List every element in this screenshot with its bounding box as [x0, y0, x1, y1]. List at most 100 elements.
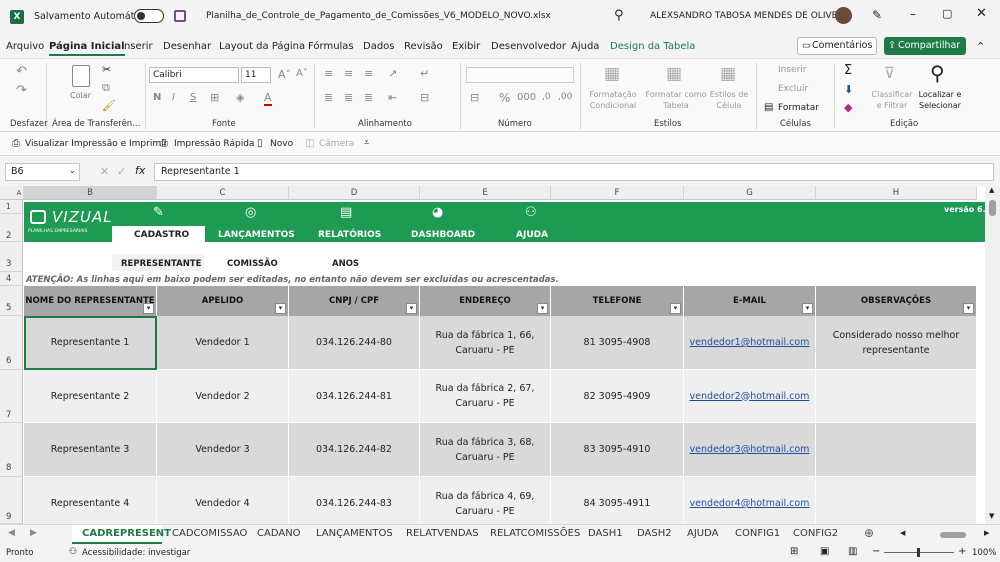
restore-icon[interactable]: ▢	[942, 7, 952, 20]
email-link[interactable]: vendedor4@hotmail.com	[684, 477, 816, 524]
align-left-icon[interactable]: ≣	[324, 91, 333, 104]
avatar[interactable]	[835, 7, 852, 24]
sheet-tab-relatcomissoes[interactable]: RELATCOMISSÕES	[490, 528, 580, 539]
print-preview-icon[interactable]: ⎙	[12, 138, 20, 149]
pencil-icon[interactable]: ✎	[153, 205, 164, 220]
align-middle-icon[interactable]: ≡	[344, 67, 353, 80]
table-cell[interactable]	[816, 370, 977, 423]
scroll-right-icon[interactable]: ▶	[984, 529, 989, 537]
camera-icon[interactable]: ◫	[305, 138, 314, 149]
cell-styles-label-1[interactable]: Estilos de	[706, 90, 752, 100]
table-cell[interactable]: Vendedor 4	[157, 477, 289, 524]
row-header-5[interactable]: 5	[0, 286, 23, 316]
table-cell[interactable]: Considerado nosso melhor representante	[816, 316, 977, 370]
target-icon[interactable]: ◎	[245, 205, 256, 220]
menu-arquivo[interactable]: Arquivo	[6, 41, 44, 52]
table-cell[interactable]: 84 3095-4911	[551, 477, 684, 524]
camera-button[interactable]: Câmera	[319, 139, 354, 149]
paste-label[interactable]: Colar	[70, 91, 91, 101]
align-center-icon[interactable]: ≣	[344, 91, 353, 104]
scroll-down-icon[interactable]: ▼	[989, 512, 994, 520]
clipboard-icon[interactable]	[72, 65, 90, 87]
row-header-7[interactable]: 7	[0, 370, 23, 423]
horizontal-scrollbar[interactable]: ◀ ▶	[900, 529, 992, 539]
vertical-scrollbar[interactable]: ▲ ▼	[985, 186, 1000, 524]
email-link[interactable]: vendedor2@hotmail.com	[684, 370, 816, 423]
customize-icon[interactable]: ⩡	[364, 138, 369, 148]
row-header-3[interactable]: 3	[0, 242, 23, 272]
next-sheet-icon[interactable]: ▶	[30, 528, 37, 538]
align-top-icon[interactable]: ≡	[324, 67, 333, 80]
sheet-tab-dash1[interactable]: DASH1	[588, 528, 623, 539]
scroll-up-icon[interactable]: ▲	[989, 186, 994, 194]
orientation-icon[interactable]: ↗	[388, 67, 397, 80]
autosum-icon[interactable]: Σ	[844, 63, 852, 78]
email-link[interactable]: vendedor3@hotmail.com	[684, 423, 816, 477]
menu-formulas[interactable]: Fórmulas	[308, 41, 354, 52]
zoom-out-icon[interactable]: −	[872, 546, 880, 557]
column-header-a[interactable]: A	[15, 186, 24, 200]
menu-exibir[interactable]: Exibir	[452, 41, 480, 52]
ribbon-collapse-icon[interactable]: ⌃	[976, 40, 985, 53]
zoom-slider-thumb[interactable]	[917, 548, 920, 557]
table-cell[interactable]: 034.126.244-80	[289, 316, 420, 370]
table-cell[interactable]: Rua da fábrica 2, 67, Caruaru - PE	[420, 370, 551, 423]
filter-dropdown-icon[interactable]: ▾	[537, 303, 548, 314]
new-button[interactable]: Novo	[270, 139, 293, 149]
redo-icon[interactable]: ↷	[16, 83, 27, 98]
scroll-left-icon[interactable]: ◀	[900, 529, 905, 537]
table-cell[interactable]: 034.126.244-81	[289, 370, 420, 423]
hscroll-thumb[interactable]	[940, 532, 966, 538]
page-layout-icon[interactable]: ▣	[820, 546, 829, 557]
nav-relatorios-label[interactable]: RELATÓRIOS	[318, 230, 381, 240]
undo-icon[interactable]: ↶	[16, 64, 27, 79]
menu-layout[interactable]: Layout da Página	[219, 41, 305, 52]
autosave-toggle[interactable]	[134, 9, 164, 23]
cancel-icon[interactable]: ✕	[100, 165, 109, 178]
report-icon[interactable]: ▤	[340, 205, 352, 220]
filter-dropdown-icon[interactable]: ▾	[963, 303, 974, 314]
find-select-icon[interactable]: ⚲	[930, 61, 945, 85]
percent-icon[interactable]: %	[499, 91, 510, 105]
currency-icon[interactable]: ⊟	[470, 91, 479, 104]
find-select-label-1[interactable]: Localizar e	[914, 90, 966, 100]
add-sheet-icon[interactable]: ⊕	[864, 526, 874, 540]
column-header-b[interactable]: B	[24, 186, 157, 200]
nav-ajuda-label[interactable]: AJUDA	[516, 230, 548, 240]
cell-styles-icon[interactable]: ▦	[720, 64, 736, 84]
table-cell[interactable]: Rua da fábrica 4, 69, Caruaru - PE	[420, 477, 551, 524]
indent-icon[interactable]: ⇤	[388, 91, 397, 104]
pie-chart-icon[interactable]: ◕	[432, 205, 443, 220]
sheet-tab-cadrepresent[interactable]: CADREPRESENT	[82, 528, 171, 539]
subtab-representante-label[interactable]: REPRESENTANTE	[121, 259, 201, 269]
bold-button[interactable]: N	[153, 92, 161, 103]
prev-sheet-icon[interactable]: ◀	[8, 528, 15, 538]
table-cell[interactable]: 034.126.244-83	[289, 477, 420, 524]
increase-decimal-icon[interactable]: ,0	[542, 92, 551, 102]
subtab-comissao-label[interactable]: COMISSÃO	[227, 259, 278, 269]
table-cell[interactable]	[816, 423, 977, 477]
accessibility-status[interactable]: Acessibilidade: investigar	[82, 548, 190, 558]
underline-button[interactable]: S	[190, 92, 196, 103]
table-cell[interactable]: Rua da fábrica 3, 68, Caruaru - PE	[420, 423, 551, 477]
table-cell[interactable]: Vendedor 1	[157, 316, 289, 370]
menu-desenvolvedor[interactable]: Desenvolvedor	[491, 41, 566, 52]
row-header-1[interactable]: 1	[0, 200, 23, 214]
sheet-tab-config2[interactable]: CONFIG2	[793, 528, 838, 539]
table-cell[interactable]: Representante 4	[24, 477, 157, 524]
column-header-e[interactable]: E	[420, 186, 551, 200]
menu-inserir[interactable]: Inserir	[121, 41, 153, 52]
grow-font-icon[interactable]: A˄	[278, 68, 291, 81]
table-cell[interactable]: 82 3095-4909	[551, 370, 684, 423]
insert-cells-button[interactable]: Inserir	[778, 65, 807, 75]
minimize-icon[interactable]: –	[910, 7, 916, 21]
search-icon[interactable]: ⚲	[614, 8, 624, 23]
font-name-select[interactable]: Calibri	[149, 67, 239, 83]
close-icon[interactable]: ✕	[976, 6, 987, 21]
row-header-8[interactable]: 8	[0, 423, 23, 477]
nav-cadastro-label[interactable]: CADASTRO	[134, 230, 189, 240]
conditional-format-label-1[interactable]: Formatação	[586, 90, 640, 100]
comments-button[interactable]: ▭ Comentários	[797, 37, 877, 55]
menu-ajuda[interactable]: Ajuda	[571, 41, 599, 52]
function-icon[interactable]: fx	[135, 164, 145, 177]
